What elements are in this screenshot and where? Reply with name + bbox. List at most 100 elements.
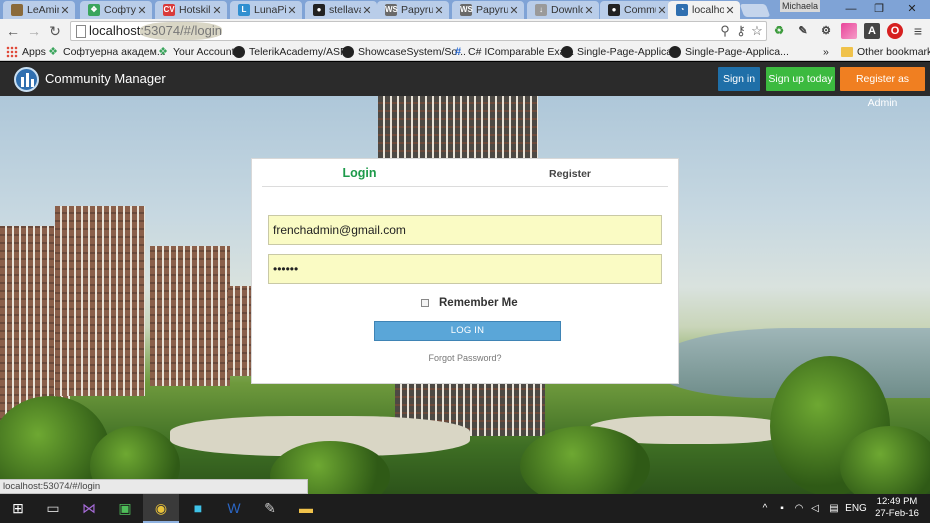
bookmark-item[interactable]: # C# IComparable Exa... [452, 45, 574, 59]
bookmark-item[interactable]: Single-Page-Applica... [669, 45, 789, 59]
tab-login[interactable]: Login [262, 166, 457, 180]
chrome-icon[interactable]: ◉ [143, 494, 179, 523]
password-field[interactable] [268, 254, 662, 284]
recycle-extension-icon[interactable]: ♻ [771, 23, 787, 39]
webstorm-icon[interactable]: ■ [180, 494, 216, 523]
login-panel: Login Register Remember Me LOG IN Forgot… [251, 158, 679, 384]
remember-me[interactable]: Remember Me [421, 296, 518, 310]
tab-close-icon[interactable]: ✕ [59, 4, 71, 17]
logo-bar [26, 73, 29, 87]
browser-tab[interactable]: ❖ Софтуер✕ [80, 1, 152, 19]
tab-favicon-icon: ● [608, 4, 620, 16]
tab-title: Софтуер [104, 4, 136, 16]
bookmark-item[interactable]: ShowcaseSystem/So... [342, 45, 466, 59]
browser-tab[interactable]: WSPapyrus✕ [452, 1, 524, 19]
tab-close-icon[interactable]: ✕ [433, 4, 445, 17]
browser-tab[interactable]: LeAmino✕ [3, 1, 75, 19]
notification-icon[interactable]: ▤ [826, 494, 842, 523]
telerik-icon: ❖ [48, 46, 58, 58]
bookmark-item[interactable]: TelerikAcademy/ASP... [233, 45, 354, 59]
color-extension-icon[interactable] [841, 23, 857, 39]
browser-tab[interactable]: WSPapyrus✕ [377, 1, 449, 19]
tab-close-icon[interactable]: ✕ [656, 4, 668, 17]
sign-up-button[interactable]: Sign up today [766, 67, 835, 91]
tray-app-icon[interactable]: ▪ [775, 494, 789, 523]
browser-tab[interactable]: CV Hotskills✕ [155, 1, 227, 19]
browser-tab[interactable]: ↓ Downloa✕ [527, 1, 599, 19]
tray-overflow-icon[interactable]: ^ [758, 494, 772, 523]
tab-close-icon[interactable]: ✕ [136, 4, 148, 17]
sign-in-button[interactable]: Sign in [718, 67, 760, 91]
back-icon[interactable]: ← [4, 22, 22, 40]
forgot-password-link[interactable]: Forgot Password? [252, 353, 678, 363]
tab-close-icon[interactable]: ✕ [724, 4, 736, 17]
paint-icon[interactable]: ✎ [252, 494, 288, 523]
browser-tab[interactable]: ● Commun✕ [600, 1, 672, 19]
bookmark-item[interactable]: Single-Page-Applica... [561, 45, 681, 59]
tab-favicon-icon: ◔ [676, 4, 688, 16]
browser-tab[interactable]: ◔ localhost✕ [668, 1, 740, 19]
windows-start-icon[interactable]: ⊞ [0, 494, 36, 523]
register-admin-button[interactable]: Register as Admin [840, 67, 925, 109]
gear-extension-icon[interactable]: ⚙ [818, 23, 834, 39]
key-icon[interactable]: ⚷ [733, 23, 749, 39]
other-bookmarks[interactable]: Other bookmarks [841, 45, 930, 59]
bookmark-label: Apps [22, 46, 46, 58]
language-indicator[interactable]: ENG [845, 494, 867, 523]
image-viewer-icon[interactable]: ▣ [107, 494, 143, 523]
tab-favicon-icon: ❖ [88, 4, 100, 16]
clock-date: 27-Feb-16 [875, 508, 919, 519]
angular-extension-icon[interactable]: A [864, 23, 880, 39]
visual-studio-icon[interactable]: ⋈ [71, 494, 107, 523]
browser-tab[interactable]: ● stellaval✕ [305, 1, 377, 19]
bookmark-star-icon[interactable]: ☆ [749, 23, 765, 39]
remember-me-label[interactable]: Remember Me [439, 297, 518, 309]
menu-icon[interactable]: ≡ [910, 23, 926, 39]
brand-name[interactable]: Community Manager [45, 71, 166, 86]
site-navbar: Community Manager Sign in Sign up today … [0, 62, 930, 109]
tab-title: Papyrus [401, 4, 433, 16]
email-field[interactable] [268, 215, 662, 245]
opera-extension-icon[interactable]: O [887, 23, 903, 39]
new-tab-button[interactable] [739, 4, 771, 17]
bookmark-item[interactable]: ❖ Софтуерна академ... [47, 45, 166, 59]
profile-name[interactable]: Michaela [780, 0, 820, 12]
clock[interactable]: 12:49 PM 27-Feb-16 [868, 496, 926, 520]
tab-close-icon[interactable]: ✕ [211, 4, 223, 17]
close-window-button[interactable]: ✕ [897, 0, 927, 19]
tab-register[interactable]: Register [472, 168, 668, 180]
status-bar-url: localhost:53074/#/login [0, 479, 308, 494]
volume-icon[interactable]: ◁ [808, 494, 822, 523]
folder-icon [841, 47, 853, 57]
github-icon [342, 46, 354, 58]
tab-close-icon[interactable]: ✕ [286, 4, 298, 17]
clock-time: 12:49 PM [876, 496, 918, 507]
restore-button[interactable]: ❐ [864, 0, 894, 19]
bookmark-item[interactable]: Apps [6, 45, 46, 59]
task-view-icon[interactable]: ▭ [35, 494, 71, 523]
search-icon[interactable]: ⚲ [717, 23, 733, 39]
tab-close-icon[interactable]: ✕ [361, 4, 373, 17]
tab-close-icon[interactable]: ✕ [508, 4, 520, 17]
github-icon [669, 46, 681, 58]
remember-me-checkbox[interactable] [421, 299, 429, 307]
word-icon[interactable]: W [216, 494, 252, 523]
address-bar[interactable]: localhost:53074/#/login ⚲ ⚷ ☆ [70, 21, 767, 41]
browser-tab[interactable]: L LunaPic✕ [230, 1, 302, 19]
login-button[interactable]: LOG IN [374, 321, 561, 341]
tab-close-icon[interactable]: ✕ [583, 4, 595, 17]
web-page: Community Manager Sign in Sign up today … [0, 62, 930, 494]
eyedropper-extension-icon[interactable]: ✎ [795, 23, 811, 39]
bookmarks-overflow[interactable]: » [823, 45, 829, 59]
bookmark-label: Single-Page-Applica... [685, 46, 789, 58]
reload-icon[interactable]: ↻ [46, 22, 64, 40]
wifi-icon[interactable]: ◠ [792, 494, 806, 523]
page-icon [76, 25, 86, 38]
bookmark-item[interactable]: ❖ Your Account [157, 45, 234, 59]
forward-icon[interactable]: → [25, 22, 43, 40]
tab-title: Hotskills [179, 4, 211, 16]
community-logo-icon[interactable] [14, 67, 39, 92]
file-explorer-icon[interactable]: ▬ [288, 494, 324, 523]
minimize-button[interactable]: — [836, 0, 866, 19]
bookmark-label: Single-Page-Applica... [577, 46, 681, 58]
